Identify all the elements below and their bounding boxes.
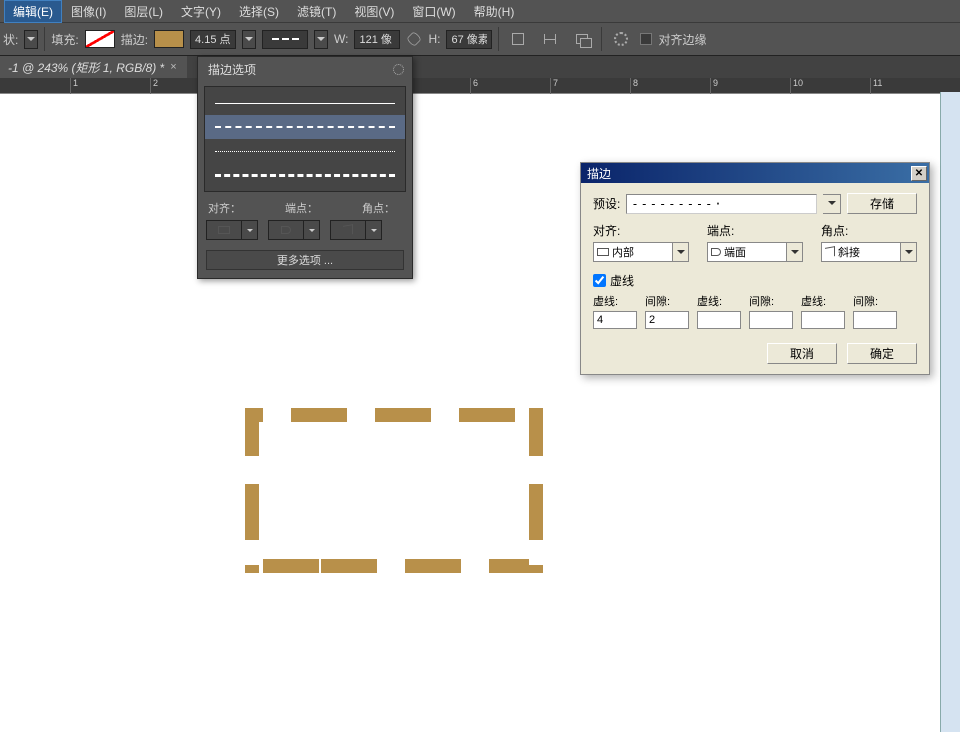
gap2-input[interactable] <box>749 311 793 329</box>
flyout-align-select[interactable] <box>206 220 258 240</box>
corners-label: 角点: <box>821 222 917 239</box>
fill-swatch[interactable] <box>85 30 115 48</box>
flyout-corners-select[interactable] <box>330 220 382 240</box>
document-tab-bar: -1 @ 243% (矩形 1, RGB/8) * × <box>0 56 960 78</box>
flyout-caps-select[interactable] <box>268 220 320 240</box>
preset-dropdown[interactable] <box>823 194 841 214</box>
align-select[interactable]: 内部 <box>593 242 689 262</box>
align-edges-label: 对齐边缘 <box>658 31 706 48</box>
rectangle-shape[interactable] <box>245 408 543 573</box>
gap3-input[interactable] <box>853 311 897 329</box>
stroke-width-input[interactable] <box>190 30 236 49</box>
options-bar: 状: 填充: 描边: W: H: 对齐边缘 <box>0 22 960 56</box>
flyout-gear-icon[interactable] <box>393 64 404 75</box>
dash2-input[interactable] <box>697 311 741 329</box>
preset-label: 预设: <box>593 195 620 212</box>
horizontal-ruler: 01234567891011 <box>0 78 960 94</box>
right-panel-strip <box>940 92 960 732</box>
menu-select[interactable]: 选择(S) <box>230 0 288 23</box>
height-input[interactable] <box>446 30 492 49</box>
dash1-label: 虚线: <box>593 293 637 309</box>
align-label: 对齐: <box>593 222 689 239</box>
menu-image[interactable]: 图像(I) <box>62 0 115 23</box>
dash3-label: 虚线: <box>801 293 845 309</box>
tab-title: -1 @ 243% (矩形 1, RGB/8) * <box>8 59 164 76</box>
dialog-close-icon[interactable]: ✕ <box>911 166 927 181</box>
shape-label: 状: <box>3 31 18 48</box>
save-button[interactable]: 存储 <box>847 193 917 214</box>
dash1-input[interactable] <box>593 311 637 329</box>
shape-dropdown[interactable] <box>24 30 38 49</box>
gear-icon[interactable] <box>608 28 634 50</box>
h-label: H: <box>428 32 440 46</box>
more-options-button[interactable]: 更多选项 ... <box>206 250 404 270</box>
ok-button[interactable]: 确定 <box>847 343 917 364</box>
flyout-corners-label: 角点： <box>362 200 395 216</box>
menu-view[interactable]: 视图(V) <box>345 0 403 23</box>
stroke-preset-solid[interactable] <box>205 91 405 115</box>
menu-window[interactable]: 窗口(W) <box>403 0 464 23</box>
menu-help[interactable]: 帮助(H) <box>465 0 524 23</box>
preset-field[interactable]: ---------· <box>626 194 817 214</box>
gap1-label: 间隙: <box>645 293 689 309</box>
flyout-title: 描边选项 <box>208 61 256 78</box>
align-edges-checkbox[interactable] <box>640 33 652 45</box>
w-label: W: <box>334 32 348 46</box>
corners-select[interactable]: 斜接 <box>821 242 917 262</box>
gap1-input[interactable] <box>645 311 689 329</box>
menu-edit[interactable]: 编辑(E) <box>4 0 62 23</box>
stroke-preset-dotted[interactable] <box>205 139 405 163</box>
caps-label: 端点: <box>707 222 803 239</box>
arrange-icon[interactable] <box>569 28 595 50</box>
stroke-width-dropdown[interactable] <box>242 30 256 49</box>
dialog-titlebar[interactable]: 描边 ✕ <box>581 163 929 183</box>
stroke-preset-dashed-thick[interactable] <box>205 163 405 187</box>
gap3-label: 间隙: <box>853 293 897 309</box>
gap2-label: 间隙: <box>749 293 793 309</box>
path-ops-icon[interactable] <box>505 28 531 50</box>
stroke-preset-dashed[interactable] <box>205 115 405 139</box>
menu-filter[interactable]: 滤镜(T) <box>288 0 345 23</box>
stroke-dialog: 描边 ✕ 预设: ---------· 存储 对齐: 内部 端点: 端面 角点:… <box>580 162 930 375</box>
dash3-input[interactable] <box>801 311 845 329</box>
dialog-title: 描边 <box>587 165 611 182</box>
stroke-swatch[interactable] <box>154 30 184 48</box>
flyout-caps-label: 端点： <box>285 200 318 216</box>
stroke-label: 描边: <box>121 31 148 48</box>
caps-select[interactable]: 端面 <box>707 242 803 262</box>
close-tab-icon[interactable]: × <box>170 61 176 73</box>
stroke-options-flyout: 描边选项 对齐： 端点： 角点： 更多选项 ... <box>197 56 413 279</box>
dashed-label: 虚线 <box>610 272 634 289</box>
stroke-style-preview[interactable] <box>262 30 308 49</box>
flyout-align-label: 对齐： <box>208 200 241 216</box>
cancel-button[interactable]: 取消 <box>767 343 837 364</box>
link-wh-icon[interactable] <box>407 31 423 47</box>
dashed-checkbox[interactable] <box>593 274 606 287</box>
stroke-style-dropdown[interactable] <box>314 30 328 49</box>
align-icon[interactable] <box>537 28 563 50</box>
dash2-label: 虚线: <box>697 293 741 309</box>
menu-layer[interactable]: 图层(L) <box>115 0 172 23</box>
menu-type[interactable]: 文字(Y) <box>172 0 230 23</box>
menu-bar: 编辑(E) 图像(I) 图层(L) 文字(Y) 选择(S) 滤镜(T) 视图(V… <box>0 0 960 22</box>
width-input[interactable] <box>354 30 400 49</box>
document-tab[interactable]: -1 @ 243% (矩形 1, RGB/8) * × <box>0 56 187 79</box>
fill-label: 填充: <box>51 31 78 48</box>
stroke-preset-list[interactable] <box>204 86 406 192</box>
